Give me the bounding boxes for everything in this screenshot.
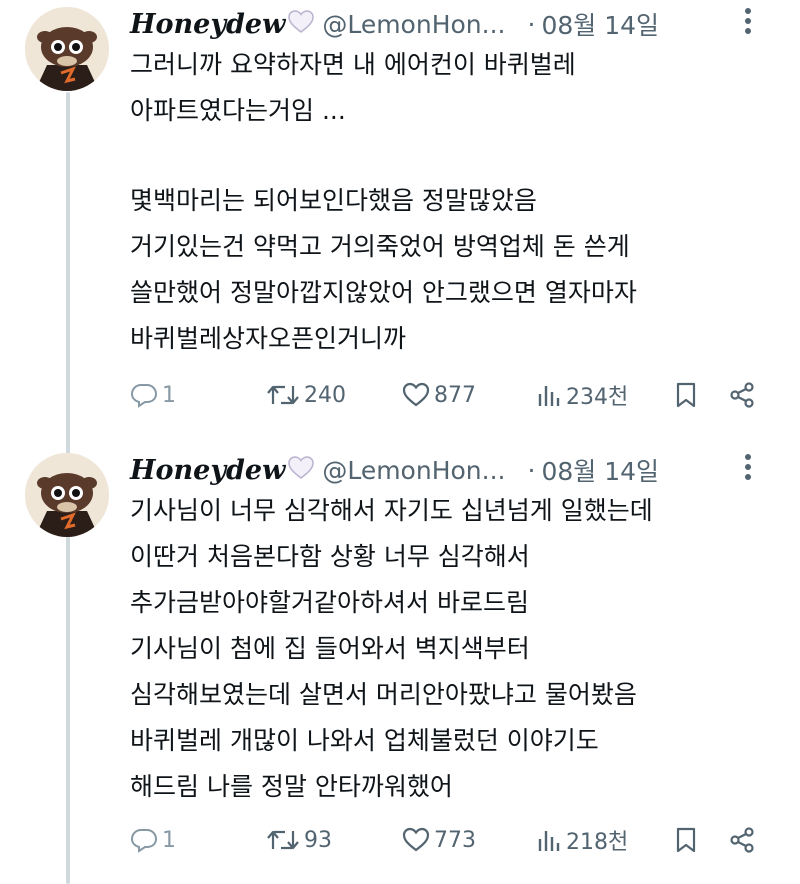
tweet-text-line: 기사님이 첨에 집 들어와서 벽지색부터 xyxy=(130,634,530,663)
retweet-count: 93 xyxy=(304,827,332,853)
avatar[interactable] xyxy=(25,7,109,91)
timestamp[interactable]: 08월 14일 xyxy=(541,6,659,42)
like-button[interactable]: 773 xyxy=(402,820,476,860)
share-icon xyxy=(728,381,756,409)
heart-badge-icon xyxy=(288,456,315,484)
tweet-text-line: 거기있는건 약먹고 거의죽었어 방역업체 돈 쓴게 xyxy=(130,232,630,261)
separator-dot: · xyxy=(527,9,536,39)
views-button[interactable]: 218천 xyxy=(536,820,628,860)
retweet-icon xyxy=(266,382,300,408)
tweet-text-line: 바퀴벌레 개많이 나와서 업체불렀던 이야기도 xyxy=(130,726,599,755)
reply-button[interactable]: 1 xyxy=(130,375,176,415)
tweet-text-line: 바퀴벌레상자오픈인거니까 xyxy=(130,324,407,353)
reply-icon xyxy=(130,382,158,408)
tweet-text-line: 해드림 나를 정말 안타까워했어 xyxy=(130,772,453,801)
tweet-text-line: 기사님이 너무 심각해서 자기도 십년넘게 일했는데 xyxy=(130,496,653,525)
views-button[interactable]: 234천 xyxy=(536,375,628,415)
share-icon xyxy=(728,826,756,854)
reply-count: 1 xyxy=(162,827,176,853)
retweet-count: 240 xyxy=(304,382,346,408)
reply-icon xyxy=(130,827,158,853)
tweet-text-line: 쓸만했어 정말아깝지않았어 안그랬으면 열자마자 xyxy=(130,278,637,307)
action-bar: 1 93 773 218천 xyxy=(130,820,770,860)
separator-dot: · xyxy=(527,455,536,485)
handle[interactable]: @LemonHon... xyxy=(322,10,505,39)
like-icon xyxy=(402,382,430,408)
more-icon[interactable] xyxy=(744,6,752,43)
tweet[interactable]: Honeydew @LemonHon... · 08월 14일 그러니까 요약하… xyxy=(0,0,800,440)
like-count: 773 xyxy=(434,827,476,853)
bookmark-button[interactable] xyxy=(674,375,698,415)
tweet-text: 기사님이 너무 심각해서 자기도 십년넘게 일했는데 이딴거 처음본다함 상황 … xyxy=(130,488,780,810)
views-icon xyxy=(536,827,562,853)
tweet-text-line: 심각해보였는데 살면서 머리안아팠냐고 물어봤음 xyxy=(130,680,637,709)
like-button[interactable]: 877 xyxy=(402,375,476,415)
handle[interactable]: @LemonHon... xyxy=(322,456,505,485)
tweet-text-line: 그러니까 요약하자면 내 에어컨이 바퀴벌레 xyxy=(130,50,576,79)
action-bar: 1 240 877 234천 xyxy=(130,375,770,415)
retweet-button[interactable]: 93 xyxy=(266,820,332,860)
bookmark-icon xyxy=(674,381,698,409)
tweet-text-line: 추가금받아야할거같아하셔서 바로드림 xyxy=(130,588,529,617)
tweet-text: 그러니까 요약하자면 내 에어컨이 바퀴벌레 아파트였다는거임 ... 몇백마리… xyxy=(130,42,780,362)
tweet-header: Honeydew @LemonHon... · 08월 14일 xyxy=(130,6,770,42)
tweet-text-line: 이딴거 처음본다함 상황 너무 심각해서 xyxy=(130,542,530,571)
timestamp[interactable]: 08월 14일 xyxy=(541,452,659,488)
tweet[interactable]: Honeydew @LemonHon... · 08월 14일 기사님이 너무 … xyxy=(0,446,800,884)
reply-button[interactable]: 1 xyxy=(130,820,176,860)
views-count: 234천 xyxy=(566,385,629,410)
tweet-text-line: 아파트였다는거임 ... xyxy=(130,96,346,125)
like-icon xyxy=(402,827,430,853)
heart-badge-icon xyxy=(288,10,315,38)
retweet-icon xyxy=(266,827,300,853)
share-button[interactable] xyxy=(728,820,756,860)
views-count: 218천 xyxy=(566,830,629,855)
views-icon xyxy=(536,382,562,408)
more-icon[interactable] xyxy=(744,452,752,489)
tweet-text-line: 몇백마리는 되어보인다했음 정말많았음 xyxy=(130,186,537,215)
display-name[interactable]: Honeydew xyxy=(130,455,285,486)
retweet-button[interactable]: 240 xyxy=(266,375,346,415)
share-button[interactable] xyxy=(728,375,756,415)
avatar[interactable] xyxy=(25,453,109,537)
bookmark-icon xyxy=(674,826,698,854)
display-name[interactable]: Honeydew xyxy=(130,9,285,40)
reply-count: 1 xyxy=(162,382,176,408)
like-count: 877 xyxy=(434,382,476,408)
bookmark-button[interactable] xyxy=(674,820,698,860)
tweet-header: Honeydew @LemonHon... · 08월 14일 xyxy=(130,452,770,488)
tweet-text-line xyxy=(130,134,780,178)
